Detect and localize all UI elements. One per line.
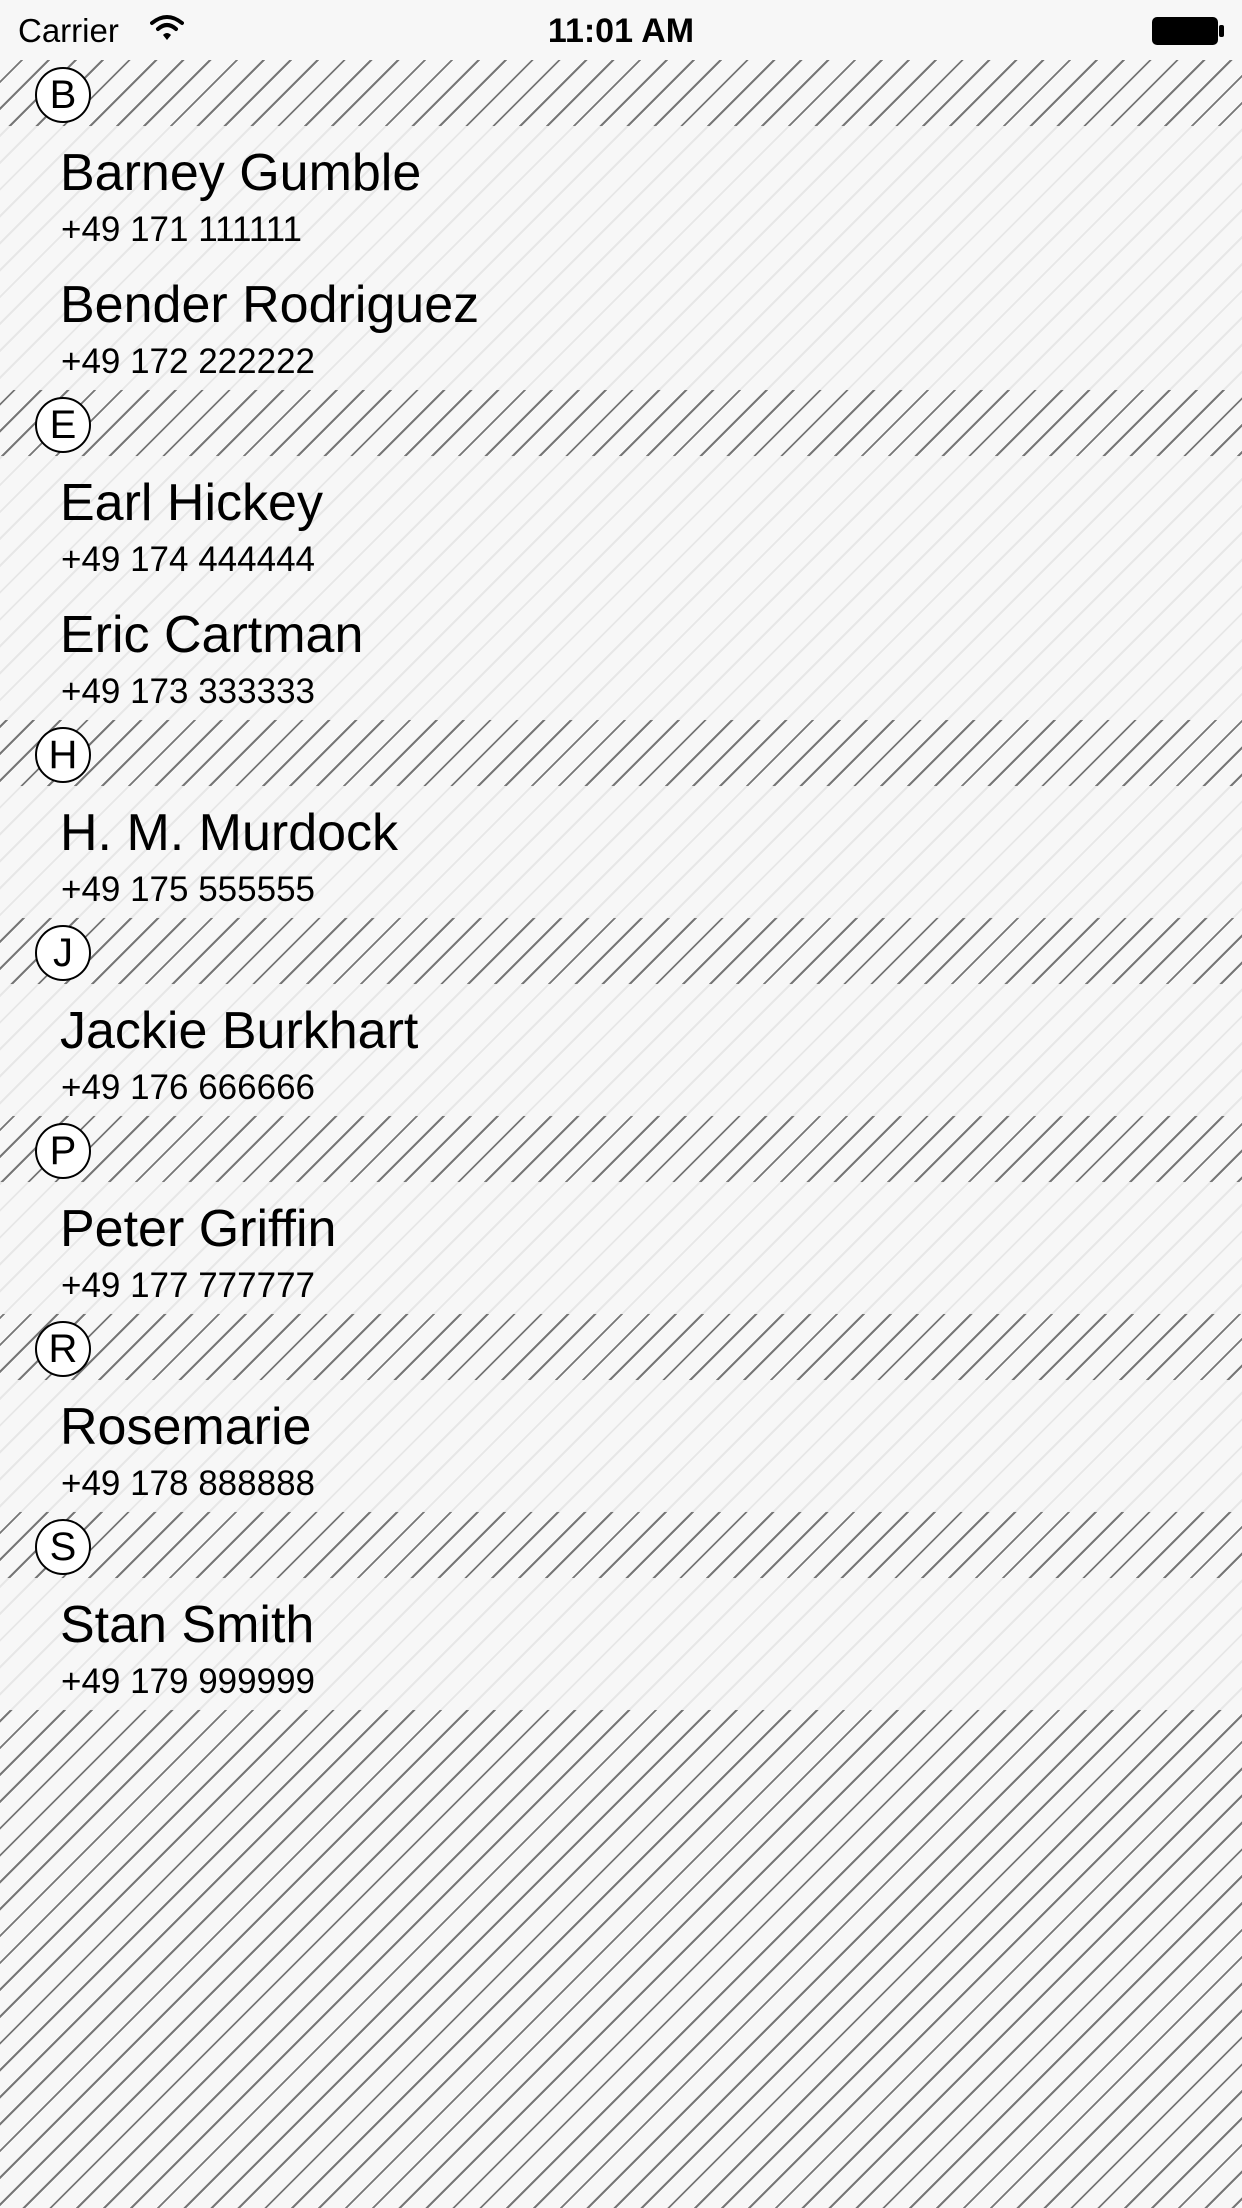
contact-phone: +49 179 999999 — [61, 1662, 316, 1701]
section-header: H — [0, 720, 1242, 786]
contact-name: Stan Smith — [60, 1596, 315, 1654]
contact-phone: +49 178 888888 — [61, 1464, 316, 1503]
contact-row[interactable]: Rosemarie +49 178 888888 — [0, 1380, 1242, 1512]
battery-icon — [1151, 15, 1225, 47]
contact-name: Barney Gumble — [60, 144, 422, 202]
contact-phone: +49 175 555555 — [61, 870, 316, 909]
contact-name: Rosemarie — [60, 1398, 312, 1456]
section-header: J — [0, 918, 1242, 984]
status-bar: Carrier 11:01 AM — [0, 0, 1242, 60]
contact-row[interactable]: Jackie Burkhart +49 176 666666 — [0, 984, 1242, 1116]
section-header: B — [0, 60, 1242, 126]
section-letter-badge: B — [35, 67, 91, 123]
contact-name: Jackie Burkhart — [60, 1002, 419, 1060]
contact-row[interactable]: Bender Rodriguez +49 172 222222 — [0, 258, 1242, 390]
section-letter-badge: H — [35, 727, 91, 783]
section-letter-badge: J — [35, 925, 91, 981]
contact-row[interactable]: H. M. Murdock +49 175 555555 — [0, 786, 1242, 918]
contact-phone: +49 177 777777 — [61, 1266, 316, 1305]
contact-row[interactable]: Earl Hickey +49 174 444444 — [0, 456, 1242, 588]
contact-phone: +49 172 222222 — [61, 342, 316, 381]
section-letter-badge: S — [35, 1519, 91, 1575]
contact-list[interactable]: B Barney Gumble +49 171 111111 Bender Rodri… — [0, 60, 1242, 1710]
section-header: S — [0, 1512, 1242, 1578]
contact-name: Eric Cartman — [60, 606, 364, 664]
section-header: P — [0, 1116, 1242, 1182]
contact-row[interactable]: Stan Smith +49 179 999999 — [0, 1578, 1242, 1710]
section-letter-badge: R — [35, 1321, 91, 1377]
contact-name: Bender Rodriguez — [60, 276, 480, 334]
section-header: E — [0, 390, 1242, 456]
contact-name: H. M. Murdock — [60, 804, 399, 862]
clock: 11:01 AM — [547, 12, 695, 50]
contact-row[interactable]: Barney Gumble +49 171 111111 — [0, 126, 1242, 258]
contact-row[interactable]: Eric Cartman +49 173 333333 — [0, 588, 1242, 720]
section-letter-badge: E — [35, 397, 91, 453]
contact-name: Peter Griffin — [60, 1200, 337, 1258]
contact-phone: +49 174 444444 — [61, 540, 316, 579]
contact-name: Earl Hickey — [60, 474, 323, 532]
section-header: R — [0, 1314, 1242, 1380]
contact-phone: +49 176 666666 — [61, 1068, 316, 1107]
section-letter-badge: P — [35, 1123, 91, 1179]
contact-phone: +49 173 333333 — [61, 672, 316, 711]
contact-phone: +49 171 111111 — [61, 210, 303, 249]
contact-row[interactable]: Peter Griffin +49 177 777777 — [0, 1182, 1242, 1314]
